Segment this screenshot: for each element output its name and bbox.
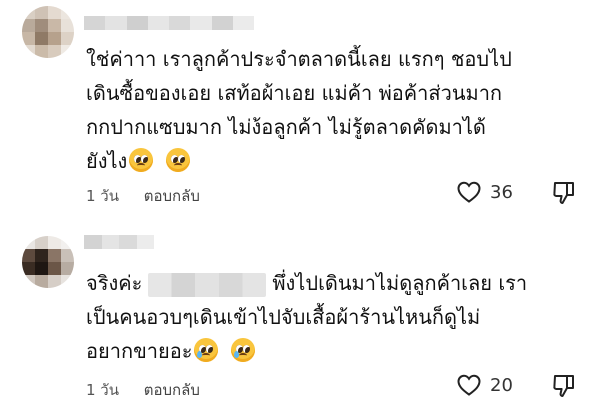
- comment-line: อยากขายอะ: [86, 339, 193, 363]
- mention-blurred[interactable]: [148, 272, 267, 297]
- comment-text: ใช่ค่าาา เราลูกค้าประจำตลาดนี้เลย แรกๆ ช…: [86, 42, 586, 178]
- crying-face-emoji: [230, 338, 255, 362]
- like-count: 36: [490, 181, 513, 203]
- comment-item: ใช่ค่าาา เราลูกค้าประจำตลาดนี้เลย แรกๆ ช…: [0, 0, 600, 215]
- heart-outline-icon: [457, 374, 481, 396]
- comment-line: เดินซื้อของเอย เสท้อผ้าเอย แม่ค้า พ่อค้า…: [86, 81, 503, 105]
- username-blurred[interactable]: [84, 235, 154, 249]
- comment-line: พึ่งไปเดินมาไม่ดูลูกค้าเลย เรา: [272, 271, 528, 295]
- reply-button[interactable]: ตอบกลับ: [144, 381, 200, 399]
- comment-meta: 1 วัน ตอบกลับ: [86, 184, 200, 208]
- pleading-face-emoji: [165, 148, 190, 172]
- avatar[interactable]: [22, 236, 74, 288]
- like-count: 20: [490, 374, 513, 396]
- reply-button[interactable]: ตอบกลับ: [144, 187, 200, 205]
- comment-item: จริงค่ะ พึ่งไปเดินมาไม่ดูลูกค้าเลย เรา เป…: [0, 222, 600, 405]
- timestamp: 1 วัน: [86, 381, 119, 399]
- comment-meta: 1 วัน ตอบกลับ: [86, 378, 200, 402]
- comment-line: ยังไง: [86, 149, 128, 173]
- avatar[interactable]: [22, 6, 74, 58]
- dislike-button[interactable]: [552, 373, 576, 403]
- comment-line: จริงค่ะ: [86, 271, 143, 295]
- heart-outline-icon: [457, 181, 481, 203]
- pleading-face-emoji: [129, 148, 154, 172]
- crying-face-emoji: [194, 338, 219, 362]
- comment-line: กกปากแซบมาก ไม่ง้อลูกค้า ไม่รู้ตลาดคัดมา…: [86, 115, 486, 139]
- thumbs-down-outline-icon: [553, 375, 574, 397]
- dislike-button[interactable]: [552, 180, 576, 210]
- timestamp: 1 วัน: [86, 187, 119, 205]
- username-blurred[interactable]: [84, 16, 254, 30]
- comment-text: จริงค่ะ พึ่งไปเดินมาไม่ดูลูกค้าเลย เรา เป…: [86, 266, 586, 368]
- like-button[interactable]: 20: [456, 373, 513, 397]
- comment-line: เป็นคนอวบๆเดินเข้าไปจับเสื้อผ้าร้านไหนก็…: [86, 305, 481, 329]
- comment-line: ใช่ค่าาา เราลูกค้าประจำตลาดนี้เลย แรกๆ ช…: [86, 47, 512, 71]
- like-button[interactable]: 36: [456, 180, 513, 204]
- thumbs-down-outline-icon: [553, 182, 574, 204]
